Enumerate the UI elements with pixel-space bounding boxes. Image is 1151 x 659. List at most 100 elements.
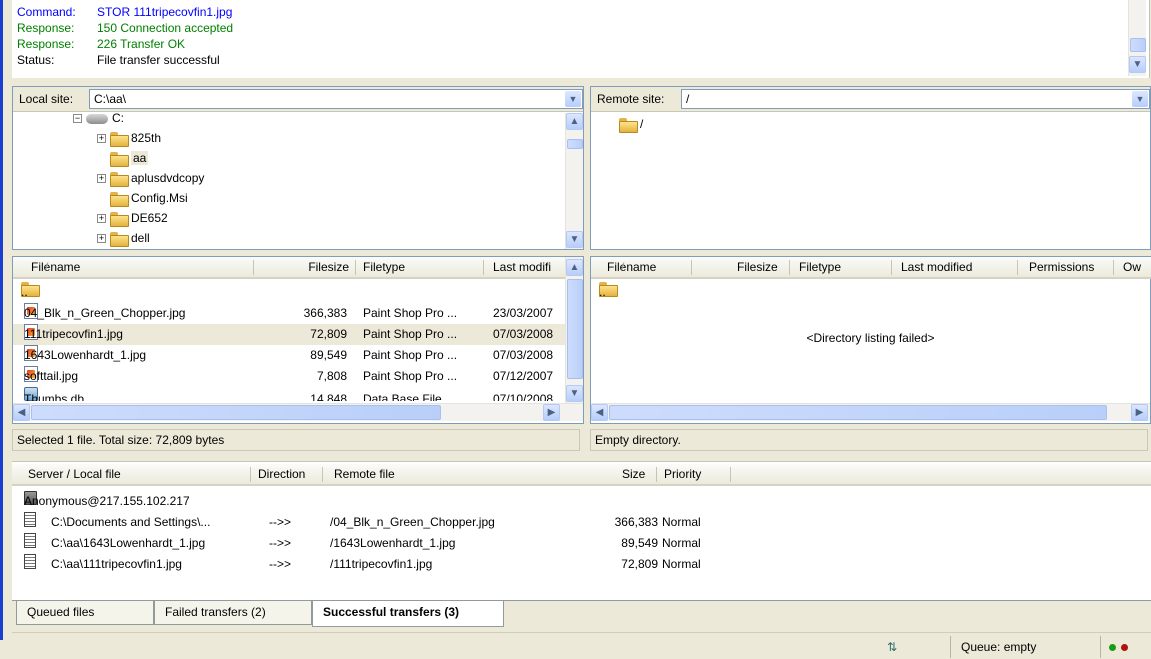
scroll-up-icon[interactable]: ▲ <box>566 113 583 130</box>
tree-node-selected[interactable]: aa <box>110 148 149 168</box>
tree-node[interactable]: + aplusdvdcopy <box>97 168 204 188</box>
remote-file-list: Filename / Filesize Filetype Last modifie… <box>590 256 1151 424</box>
transfer-icon: ⇅ <box>886 640 898 654</box>
remote-tree-root[interactable]: / <box>619 114 643 134</box>
scrollbar-thumb[interactable] <box>567 139 583 149</box>
tree-node[interactable]: Config.Msi <box>110 188 188 208</box>
file-row[interactable]: softtail.jpg 7,808 Paint Shop Pro ... 07… <box>13 366 565 387</box>
column-filetype[interactable]: Filetype <box>363 257 405 277</box>
local-status: Selected 1 file. Total size: 72,809 byte… <box>12 429 580 451</box>
scrollbar-thumb[interactable] <box>567 279 583 379</box>
scroll-left-icon[interactable]: ◀ <box>13 404 30 421</box>
local-tree: − C: +825th aa + aplusdvdcopy Config.Msi +… <box>13 113 565 249</box>
queue-status: Queue: empty <box>950 636 1100 658</box>
expand-icon[interactable]: + <box>97 174 106 184</box>
column-remote-file[interactable]: Remote file <box>334 464 395 484</box>
tree-node[interactable]: + dell <box>97 228 150 248</box>
message-log: Command: STOR 111tripecovfin1.jpg Respons… <box>12 0 1150 78</box>
scrollbar-thumb[interactable] <box>609 405 1107 420</box>
file-row[interactable]: 1643Lowenhardt_1.jpg 89,549 Paint Shop P… <box>13 345 565 366</box>
collapse-icon[interactable]: − <box>73 114 82 124</box>
folder-icon <box>110 212 129 228</box>
remote-tree-pane: Remote site: / ▼ / <box>590 86 1151 250</box>
local-path-combo[interactable]: C:\aa\ ▼ <box>89 89 583 109</box>
column-last-modified[interactable]: Last modifi <box>493 257 551 277</box>
download-led-icon <box>1121 644 1129 652</box>
tab-failed-transfers[interactable]: Failed transfers (2) <box>154 601 312 625</box>
local-list-scrollbar[interactable]: ▲ ▼ <box>565 257 583 403</box>
local-tree-scrollbar[interactable]: ▲ ▼ <box>565 113 583 249</box>
remote-site-label: Remote site: <box>597 92 665 106</box>
scrollbar-thumb[interactable] <box>31 405 441 420</box>
window-edge <box>0 0 3 640</box>
tree-node[interactable]: +825th <box>97 128 161 148</box>
column-permissions[interactable]: Permissions <box>1029 257 1094 277</box>
scroll-down-icon[interactable]: ▼ <box>566 385 583 402</box>
local-site-label: Local site: <box>19 92 74 106</box>
scroll-right-icon[interactable]: ▶ <box>543 404 560 421</box>
file-icon <box>24 554 36 569</box>
status-bar: ⇅ Queue: empty <box>12 632 1151 659</box>
column-server-local-file[interactable]: Server / Local file <box>28 464 121 484</box>
chevron-down-icon[interactable]: ▼ <box>565 91 581 107</box>
folder-icon <box>110 172 129 188</box>
local-tree-pane: Local site: C:\aa\ ▼ − C: +825th aa + aplu… <box>12 86 584 250</box>
drive-icon <box>86 113 108 124</box>
log-scrollbar[interactable]: ▼ <box>1128 0 1146 76</box>
file-icon <box>24 512 36 527</box>
remote-file-header: Filename / Filesize Filetype Last modifie… <box>591 257 1151 279</box>
queue-item[interactable]: C:\aa\1643Lowenhardt_1.jpg -->> /1643Low… <box>12 533 1151 554</box>
log-scrollbar-thumb[interactable] <box>1130 38 1146 52</box>
log-line: Status: File transfer successful <box>17 53 220 67</box>
file-row[interactable]: .. <box>13 282 565 303</box>
column-filesize[interactable]: Filesize <box>308 257 349 277</box>
tree-node-c[interactable]: − C: <box>73 113 124 128</box>
scroll-left-icon[interactable]: ◀ <box>591 404 608 421</box>
expand-icon[interactable]: + <box>97 134 106 144</box>
local-site-bar: Local site: C:\aa\ ▼ <box>13 87 583 112</box>
queue-tabs: Queued files Failed transfers (2) Succes… <box>12 600 1151 627</box>
scroll-down-icon[interactable]: ▼ <box>1129 56 1146 73</box>
column-direction[interactable]: Direction <box>258 464 305 484</box>
local-file-list: Filename / Filesize Filetype Last modifi … <box>12 256 584 424</box>
local-file-header: Filename / Filesize Filetype Last modifi <box>13 257 565 279</box>
remote-list-hscrollbar[interactable]: ◀ ▶ <box>591 403 1150 421</box>
expand-icon[interactable]: + <box>97 234 106 244</box>
folder-icon <box>110 192 129 208</box>
local-path-value: C:\aa\ <box>94 92 127 106</box>
column-size[interactable]: Size <box>622 464 645 484</box>
queue-item[interactable]: C:\Documents and Settings\... -->> /04_B… <box>12 512 1151 533</box>
queue-item[interactable]: C:\aa\111tripecovfin1.jpg -->> /111tripe… <box>12 554 1151 575</box>
column-filetype[interactable]: Filetype <box>799 257 841 277</box>
file-row[interactable]: Thumbs.db 14,848 Data Base File 07/10/20… <box>13 387 565 401</box>
column-owner[interactable]: Ow <box>1123 257 1141 277</box>
scroll-down-icon[interactable]: ▼ <box>566 231 583 248</box>
file-row[interactable]: 04_Blk_n_Green_Chopper.jpg 366,383 Paint… <box>13 303 565 324</box>
transfer-queue: Server / Local file Direction Remote fil… <box>12 461 1151 600</box>
scroll-right-icon[interactable]: ▶ <box>1131 404 1148 421</box>
expand-icon[interactable]: + <box>97 214 106 224</box>
column-priority[interactable]: Priority <box>664 464 701 484</box>
scroll-up-icon[interactable]: ▲ <box>566 259 583 276</box>
upload-led-icon <box>1109 644 1116 652</box>
column-last-modified[interactable]: Last modified <box>901 257 972 277</box>
remote-status: Empty directory. <box>590 429 1148 451</box>
queue-header: Server / Local file Direction Remote fil… <box>12 464 1151 486</box>
log-line: Response: 226 Transfer OK <box>17 37 186 51</box>
file-icon <box>24 533 36 548</box>
tab-queued-files[interactable]: Queued files <box>16 601 154 625</box>
column-filesize[interactable]: Filesize <box>737 257 778 277</box>
local-list-hscrollbar[interactable]: ◀ ▶ <box>13 403 583 421</box>
folder-icon <box>110 232 129 248</box>
connection-leds <box>1100 636 1150 658</box>
log-line: Command: STOR 111tripecovfin1.jpg <box>17 5 233 19</box>
remote-path-combo[interactable]: / ▼ <box>681 89 1150 109</box>
file-row-selected[interactable]: 111tripecovfin1.jpg 72,809 Paint Shop Pr… <box>13 324 565 345</box>
queue-server-row[interactable]: Anonymous@217.155.102.217 <box>12 491 1151 512</box>
log-line: Response: 150 Connection accepted <box>17 21 234 35</box>
chevron-down-icon[interactable]: ▼ <box>1132 91 1148 107</box>
tree-node[interactable]: + DE652 <box>97 208 168 228</box>
tab-successful-transfers[interactable]: Successful transfers (3) <box>312 601 504 627</box>
folder-icon <box>110 152 129 168</box>
file-row[interactable]: .. <box>591 282 1150 303</box>
